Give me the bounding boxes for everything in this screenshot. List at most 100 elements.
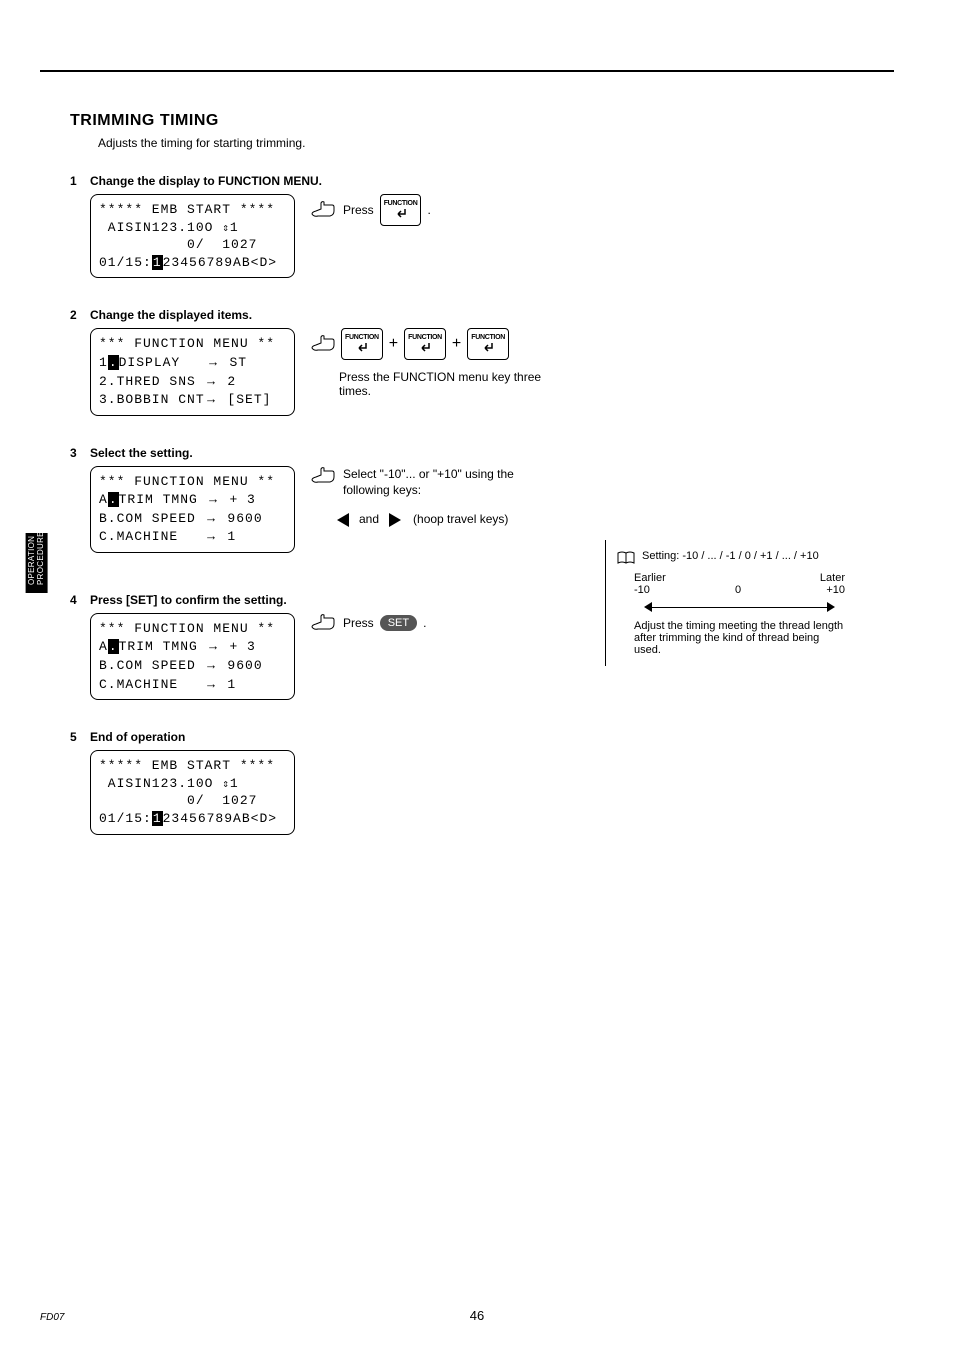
lcd-line: ***** EMB START **** (99, 758, 275, 773)
updown-icon: ⇕ (222, 223, 230, 235)
tip-adjust-text: Adjust the timing meeting the thread len… (634, 620, 845, 656)
lcd-line: 9600 (219, 658, 263, 673)
lcd-cursor: 1 (152, 811, 163, 826)
triangle-right-icon[interactable] (389, 513, 401, 527)
lcd-line: 23456789AB<D> (163, 255, 277, 270)
lcd-line: AISIN123.10O (99, 776, 222, 791)
lcd-line: 23456789AB<D> (163, 811, 277, 826)
instruction: Press SET . (309, 613, 426, 633)
plus10-label: +10 (826, 584, 845, 596)
lcd-line: *** FUNCTION MENU ** (99, 336, 275, 351)
arrow-right-icon: → (205, 657, 219, 672)
arrow-right-icon: → (205, 676, 219, 691)
hoop-travel-text: (hoop travel keys) (413, 511, 508, 528)
lcd-line: + 3 (221, 492, 256, 507)
lcd-line: C.MACHINE (99, 677, 205, 692)
lcd-line: B.COM SPEED (99, 658, 205, 673)
lcd-line: A (99, 639, 108, 654)
lcd-cursor: . (108, 492, 119, 507)
arrow-right-icon: → (205, 528, 219, 543)
step-2: 2 Change the displayed items. *** FUNCTI… (70, 308, 894, 415)
step-title: Change the displayed items. (90, 308, 894, 322)
return-arrow-icon (417, 341, 433, 353)
function-key[interactable]: FUNCTION (467, 328, 509, 360)
arrow-right-icon: → (207, 491, 221, 506)
step-1: 1 Change the display to FUNCTION MENU. *… (70, 174, 894, 278)
step-number: 1 (70, 174, 90, 278)
triangle-left-icon[interactable] (337, 513, 349, 527)
lcd-line: 1 (230, 220, 239, 235)
book-icon (616, 550, 636, 566)
instruction: FUNCTION + FUNCTION + FUNCTION Press the… (309, 328, 549, 398)
press-text-after: . (427, 203, 430, 217)
later-label: Later (820, 572, 845, 584)
set-key[interactable]: SET (380, 615, 417, 631)
lcd-line: AISIN123.10O (99, 220, 222, 235)
instruction-text: Press the FUNCTION menu key three times. (339, 370, 549, 398)
step-title: Select the setting. (90, 446, 894, 460)
page-title: TRIMMING TIMING (70, 112, 894, 130)
step-title: Change the display to FUNCTION MENU. (90, 174, 894, 188)
lcd-line: TRIM TMNG (119, 639, 207, 654)
press-text-after: . (423, 616, 426, 630)
lcd-line: 1 (230, 776, 239, 791)
lcd-line: *** FUNCTION MENU ** (99, 621, 275, 636)
return-arrow-icon (480, 341, 496, 353)
lcd-line: *** FUNCTION MENU ** (99, 474, 275, 489)
key-label: FUNCTION (471, 334, 505, 341)
lcd-cursor: 1 (152, 255, 163, 270)
lcd-line: 01/15: (99, 255, 152, 270)
lcd-line: 0/ 1027 (99, 793, 257, 808)
side-tip: Setting: -10 / ... / -1 / 0 / +1 / ... /… (605, 540, 845, 666)
step-number: 5 (70, 730, 90, 834)
arrow-right-icon: → (205, 391, 219, 406)
page-number: 46 (0, 1308, 954, 1323)
key-label: FUNCTION (345, 334, 379, 341)
lcd-display: *** FUNCTION MENU ** A.TRIM TMNG → + 3 B… (90, 613, 295, 700)
lcd-line: TRIM TMNG (119, 492, 207, 507)
hand-icon (309, 613, 337, 633)
step-3: 3 Select the setting. *** FUNCTION MENU … (70, 446, 894, 553)
step-number: 4 (70, 593, 90, 700)
hand-icon (309, 334, 337, 354)
press-text: Press (343, 203, 374, 217)
key-label: FUNCTION (408, 334, 442, 341)
function-key[interactable]: FUNCTION (380, 194, 422, 226)
lcd-cursor: . (108, 639, 119, 654)
instruction: Press FUNCTION . (309, 194, 431, 226)
lcd-line: [SET] (219, 392, 272, 407)
and-text: and (359, 511, 379, 528)
arrow-right-icon (827, 602, 835, 612)
key-label: FUNCTION (384, 200, 418, 207)
lcd-line: 01/15: (99, 811, 152, 826)
function-key[interactable]: FUNCTION (404, 328, 446, 360)
lcd-display: ***** EMB START **** AISIN123.10O ⇕1 0/ … (90, 194, 295, 278)
step-number: 2 (70, 308, 90, 415)
intro-text: Adjusts the timing for starting trimming… (98, 136, 894, 150)
instruction: Select "-10"... or "+10" using the follo… (309, 466, 539, 528)
tip-setting-text: Setting: -10 / ... / -1 / 0 / +1 / ... /… (642, 550, 819, 566)
arrow-right-icon: → (205, 510, 219, 525)
instruction-text: Select "-10"... or "+10" using the follo… (343, 466, 539, 500)
zero-label: 0 (735, 584, 741, 596)
lcd-line: B.COM SPEED (99, 511, 205, 526)
step-title: End of operation (90, 730, 894, 744)
plus-icon: + (389, 335, 398, 353)
lcd-line: DISPLAY (119, 355, 207, 370)
lcd-line: 2.THRED SNS (99, 374, 205, 389)
lcd-line: 0/ 1027 (99, 237, 257, 252)
step-number: 3 (70, 446, 90, 553)
lcd-line: 9600 (219, 511, 263, 526)
lcd-line: ***** EMB START **** (99, 202, 275, 217)
lcd-line: 3.BOBBIN CNT (99, 392, 205, 407)
hand-icon (309, 466, 337, 486)
lcd-display: ***** EMB START **** AISIN123.10O ⇕1 0/ … (90, 750, 295, 834)
function-key[interactable]: FUNCTION (341, 328, 383, 360)
return-arrow-icon (354, 341, 370, 353)
return-arrow-icon (393, 207, 409, 219)
lcd-line: C.MACHINE (99, 529, 205, 544)
hand-icon (309, 200, 337, 220)
scale-line (634, 600, 845, 614)
lcd-line: A (99, 492, 108, 507)
lcd-line: 2 (219, 374, 237, 389)
